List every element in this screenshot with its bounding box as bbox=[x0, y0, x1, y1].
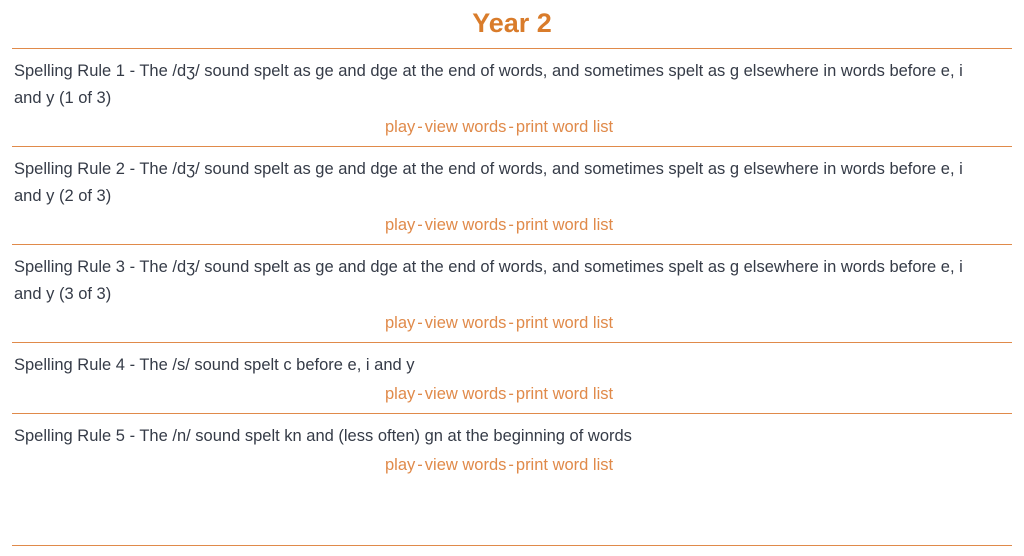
rule-description: Spelling Rule 3 - The /dʒ/ sound spelt a… bbox=[14, 258, 963, 303]
print-word-list-link[interactable]: print word list bbox=[516, 118, 613, 136]
rule-description: Spelling Rule 2 - The /dʒ/ sound spelt a… bbox=[14, 160, 963, 205]
rule-actions: play - view words - print word list bbox=[12, 212, 1012, 238]
list-item: Spelling Rule 1 - The /dʒ/ sound spelt a… bbox=[12, 49, 1012, 146]
list-item: Spelling Rule 5 - The /n/ sound spelt kn… bbox=[12, 414, 1012, 484]
view-words-link[interactable]: view words bbox=[425, 456, 507, 474]
list-item: Spelling Rule 2 - The /dʒ/ sound spelt a… bbox=[12, 147, 1012, 244]
print-word-list-link[interactable]: print word list bbox=[516, 456, 613, 474]
page-title: Year 2 bbox=[472, 8, 552, 38]
link-separator: - bbox=[417, 456, 423, 474]
list-item: Spelling Rule 4 - The /s/ sound spelt c … bbox=[12, 343, 1012, 413]
link-separator: - bbox=[417, 385, 423, 403]
link-separator: - bbox=[417, 314, 423, 332]
play-link[interactable]: play bbox=[385, 385, 415, 403]
rule-actions: play - view words - print word list bbox=[12, 310, 1012, 336]
spelling-rules-page: Year 2 Spelling Rule 1 - The /dʒ/ sound … bbox=[0, 0, 1024, 556]
rule-description: Spelling Rule 4 - The /s/ sound spelt c … bbox=[14, 356, 415, 374]
play-link[interactable]: play bbox=[385, 456, 415, 474]
play-link[interactable]: play bbox=[385, 118, 415, 136]
view-words-link[interactable]: view words bbox=[425, 385, 507, 403]
rule-list: Spelling Rule 1 - The /dʒ/ sound spelt a… bbox=[0, 48, 1024, 484]
link-separator: - bbox=[508, 456, 514, 474]
bottom-divider bbox=[12, 545, 1012, 546]
rule-description: Spelling Rule 1 - The /dʒ/ sound spelt a… bbox=[14, 62, 963, 107]
link-separator: - bbox=[508, 385, 514, 403]
link-separator: - bbox=[508, 314, 514, 332]
view-words-link[interactable]: view words bbox=[425, 216, 507, 234]
print-word-list-link[interactable]: print word list bbox=[516, 314, 613, 332]
rule-actions: play - view words - print word list bbox=[12, 381, 1012, 407]
view-words-link[interactable]: view words bbox=[425, 314, 507, 332]
link-separator: - bbox=[417, 118, 423, 136]
rule-actions: play - view words - print word list bbox=[12, 452, 1012, 478]
view-words-link[interactable]: view words bbox=[425, 118, 507, 136]
print-word-list-link[interactable]: print word list bbox=[516, 385, 613, 403]
rule-actions: play - view words - print word list bbox=[12, 114, 1012, 140]
print-word-list-link[interactable]: print word list bbox=[516, 216, 613, 234]
list-item: Spelling Rule 3 - The /dʒ/ sound spelt a… bbox=[12, 245, 1012, 342]
play-link[interactable]: play bbox=[385, 314, 415, 332]
play-link[interactable]: play bbox=[385, 216, 415, 234]
link-separator: - bbox=[417, 216, 423, 234]
link-separator: - bbox=[508, 216, 514, 234]
rule-description: Spelling Rule 5 - The /n/ sound spelt kn… bbox=[14, 427, 632, 445]
link-separator: - bbox=[508, 118, 514, 136]
